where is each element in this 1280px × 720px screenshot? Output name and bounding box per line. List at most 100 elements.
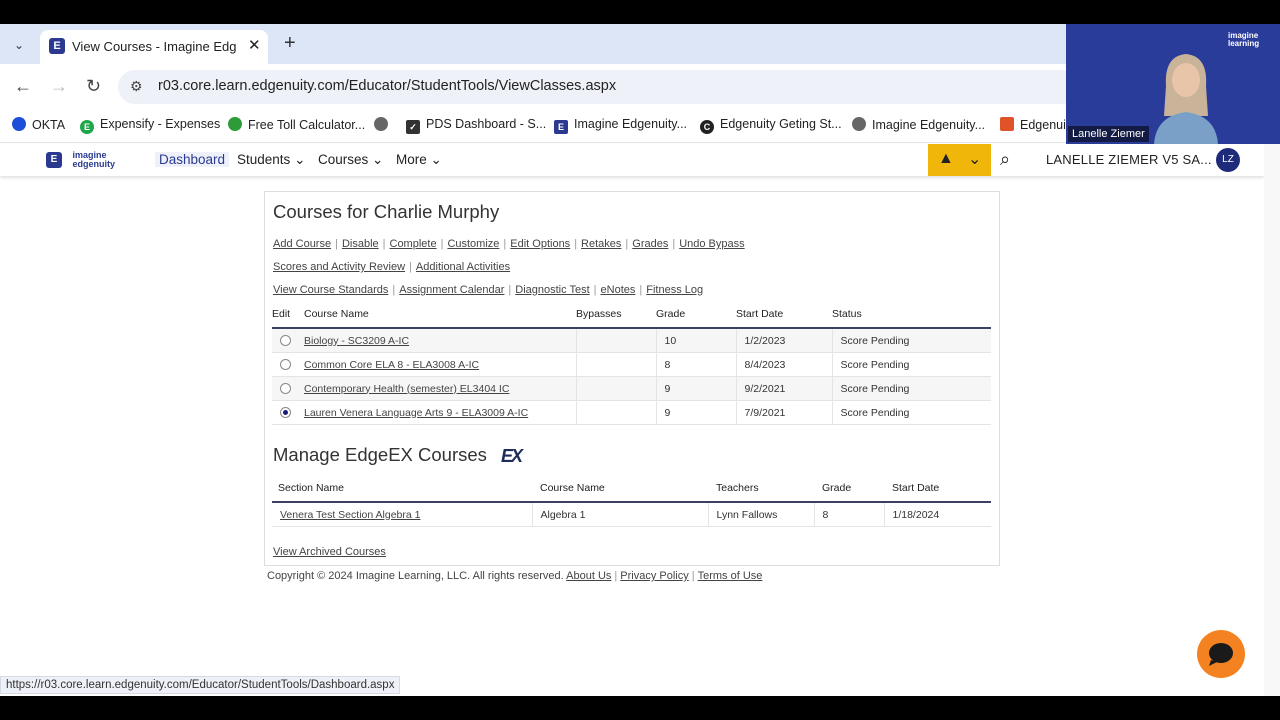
action-links-row1: Add Course | Disable | Complete | Customize | Ed… — [273, 238, 745, 250]
course-cell: Algebra 1 — [531, 502, 708, 527]
edit-options-link[interactable]: Edit Options — [510, 238, 570, 250]
col-status[interactable]: Status — [832, 301, 991, 328]
tab-search-chevron-icon[interactable]: ⌄ — [8, 34, 30, 56]
edgeex-table: Section Name Course Name Teachers Grade … — [272, 475, 991, 527]
c-icon: C — [700, 120, 714, 134]
bypasses-cell — [575, 328, 656, 353]
educator-icon: ▲ — [938, 150, 954, 167]
presenter-name: Lanelle Ziemer — [1068, 126, 1149, 142]
bookmark-okta[interactable]: OKTA — [12, 117, 65, 132]
course-radio-selected[interactable] — [280, 407, 291, 419]
table-row: Lauren Venera Language Arts 9 - ELA3009 … — [272, 400, 991, 425]
bookmark-imagine-edgenuity[interactable]: E Imagine Edgenuity... — [554, 117, 687, 134]
grades-link[interactable]: Grades — [632, 238, 668, 250]
col-bypasses[interactable]: Bypasses — [576, 301, 656, 328]
retakes-link[interactable]: Retakes — [581, 238, 621, 250]
enotes-link[interactable]: eNotes — [601, 284, 636, 296]
nav-dashboard[interactable]: Dashboard — [155, 152, 230, 167]
status-bar-url: https://r03.core.learn.edgenuity.com/Edu… — [0, 676, 401, 694]
fitness-log-link[interactable]: Fitness Log — [646, 284, 703, 296]
expensify-icon: E — [80, 120, 94, 134]
status-cell: Score Pending — [831, 328, 991, 353]
reload-icon[interactable]: ↻ — [86, 76, 101, 97]
bookmark-edgenuity-getting-started[interactable]: C Edgenuity Geting St... — [700, 117, 842, 134]
undo-bypass-link[interactable]: Undo Bypass — [679, 238, 744, 250]
new-tab-icon[interactable]: + — [284, 32, 296, 55]
course-radio[interactable] — [280, 359, 291, 371]
bypasses-cell — [575, 376, 656, 401]
course-link[interactable]: Contemporary Health (semester) EL3404 IC — [304, 383, 509, 395]
site-settings-icon[interactable]: ⚙ — [130, 78, 143, 95]
search-icon[interactable]: ⌕ — [1000, 149, 1010, 170]
view-archived-courses-link[interactable]: View Archived Courses — [273, 546, 386, 558]
role-switcher-button[interactable]: ▲ ⌄ — [928, 144, 991, 176]
bookmark-toll-calculator[interactable]: Free Toll Calculator... — [228, 117, 365, 132]
tab-close-icon[interactable]: ✕ — [248, 36, 261, 54]
table-row: Contemporary Health (semester) EL3404 IC… — [272, 376, 991, 401]
chat-button[interactable] — [1197, 630, 1245, 678]
add-course-link[interactable]: Add Course — [273, 238, 331, 250]
scores-activity-review-link[interactable]: Scores and Activity Review — [273, 261, 405, 273]
browser-tab[interactable]: E View Courses - Imagine Edgenuity ✕ — [40, 30, 268, 64]
avatar[interactable]: LZ — [1216, 148, 1240, 172]
start-date-cell: 1/2/2023 — [735, 328, 832, 353]
browser-window: ⌄ E View Courses - Imagine Edgenuity ✕ +… — [0, 24, 1280, 696]
nav-students[interactable]: Students ⌄ — [237, 152, 305, 168]
col-teachers: Teachers — [716, 482, 759, 494]
chevron-down-icon: ⌄ — [294, 152, 306, 167]
table-row: Biology - SC3209 A-IC 10 1/2/2023 Score … — [272, 328, 991, 353]
col-course-name: Course Name — [540, 482, 605, 494]
course-radio[interactable] — [280, 383, 291, 395]
col-edit: Edit — [272, 308, 291, 320]
diagnostic-test-link[interactable]: Diagnostic Test — [515, 284, 589, 296]
course-link[interactable]: Common Core ELA 8 - ELA3008 A-IC — [304, 359, 479, 371]
terms-of-use-link[interactable]: Terms of Use — [698, 570, 763, 582]
course-link[interactable]: Lauren Venera Language Arts 9 - ELA3009 … — [304, 407, 528, 419]
course-radio[interactable] — [280, 335, 291, 347]
courses-table: Edit Course Name Bypasses Grade Start Da… — [272, 301, 991, 425]
bookmark-edgenuity[interactable]: Edgenuit — [1000, 117, 1069, 132]
status-cell: Score Pending — [831, 376, 991, 401]
okta-icon — [12, 117, 26, 131]
back-arrow-icon[interactable]: ← — [14, 76, 32, 97]
page-scrollbar[interactable] — [1264, 144, 1280, 696]
disable-link[interactable]: Disable — [342, 238, 379, 250]
assignment-calendar-link[interactable]: Assignment Calendar — [399, 284, 504, 296]
col-grade[interactable]: Grade — [656, 301, 736, 328]
start-date-cell: 9/2/2021 — [735, 376, 832, 401]
bookmark-globe[interactable] — [374, 117, 394, 132]
user-label[interactable]: LANELLE ZIEMER V5 SA... — [1046, 152, 1212, 167]
grade-cell: 9 — [655, 376, 736, 401]
chevron-down-icon: ⌄ — [430, 152, 442, 167]
bookmark-imagine-edgenuity-2[interactable]: Imagine Edgenuity... — [852, 117, 985, 132]
address-bar[interactable]: ⚙ r03.core.learn.edgenuity.com/Educator/… — [118, 70, 1078, 104]
chevron-down-icon: ⌄ — [372, 152, 384, 167]
section-link[interactable]: Venera Test Section Algebra 1 — [280, 509, 421, 521]
page-title: Courses for Charlie Murphy — [273, 201, 500, 222]
address-url[interactable]: r03.core.learn.edgenuity.com/Educator/St… — [158, 78, 616, 94]
nav-courses[interactable]: Courses ⌄ — [318, 152, 383, 168]
presenter-image — [1154, 54, 1218, 144]
edgenuity-icon: E — [554, 120, 568, 134]
bookmark-expensify[interactable]: E Expensify - Expenses — [80, 117, 220, 134]
start-date-cell: 1/18/2024 — [883, 502, 991, 527]
col-course-name[interactable]: Course Name — [304, 301, 576, 328]
edgenuity-logo[interactable]: E imagine edgenuity — [46, 151, 115, 169]
additional-activities-link[interactable]: Additional Activities — [416, 261, 510, 273]
start-date-cell: 7/9/2021 — [735, 400, 832, 425]
forward-arrow-icon[interactable]: → — [50, 76, 68, 97]
col-start-date[interactable]: Start Date — [736, 301, 832, 328]
view-course-standards-link[interactable]: View Course Standards — [273, 284, 388, 296]
complete-link[interactable]: Complete — [390, 238, 437, 250]
course-link[interactable]: Biology - SC3209 A-IC — [304, 335, 409, 347]
footer: Copyright © 2024 Imagine Learning, LLC. … — [267, 570, 763, 582]
imagine-learning-logo: imagine learning — [1228, 31, 1260, 48]
nav-more[interactable]: More ⌄ — [396, 152, 442, 168]
edgeex-logo: EX — [501, 446, 523, 466]
grade-cell: 8 — [655, 352, 736, 377]
table-row: Venera Test Section Algebra 1 Algebra 1 … — [272, 502, 991, 527]
customize-link[interactable]: Customize — [447, 238, 499, 250]
about-us-link[interactable]: About Us — [566, 570, 611, 582]
bookmark-pds-dashboard[interactable]: ✓ PDS Dashboard - S... — [406, 117, 546, 134]
privacy-policy-link[interactable]: Privacy Policy — [620, 570, 688, 582]
